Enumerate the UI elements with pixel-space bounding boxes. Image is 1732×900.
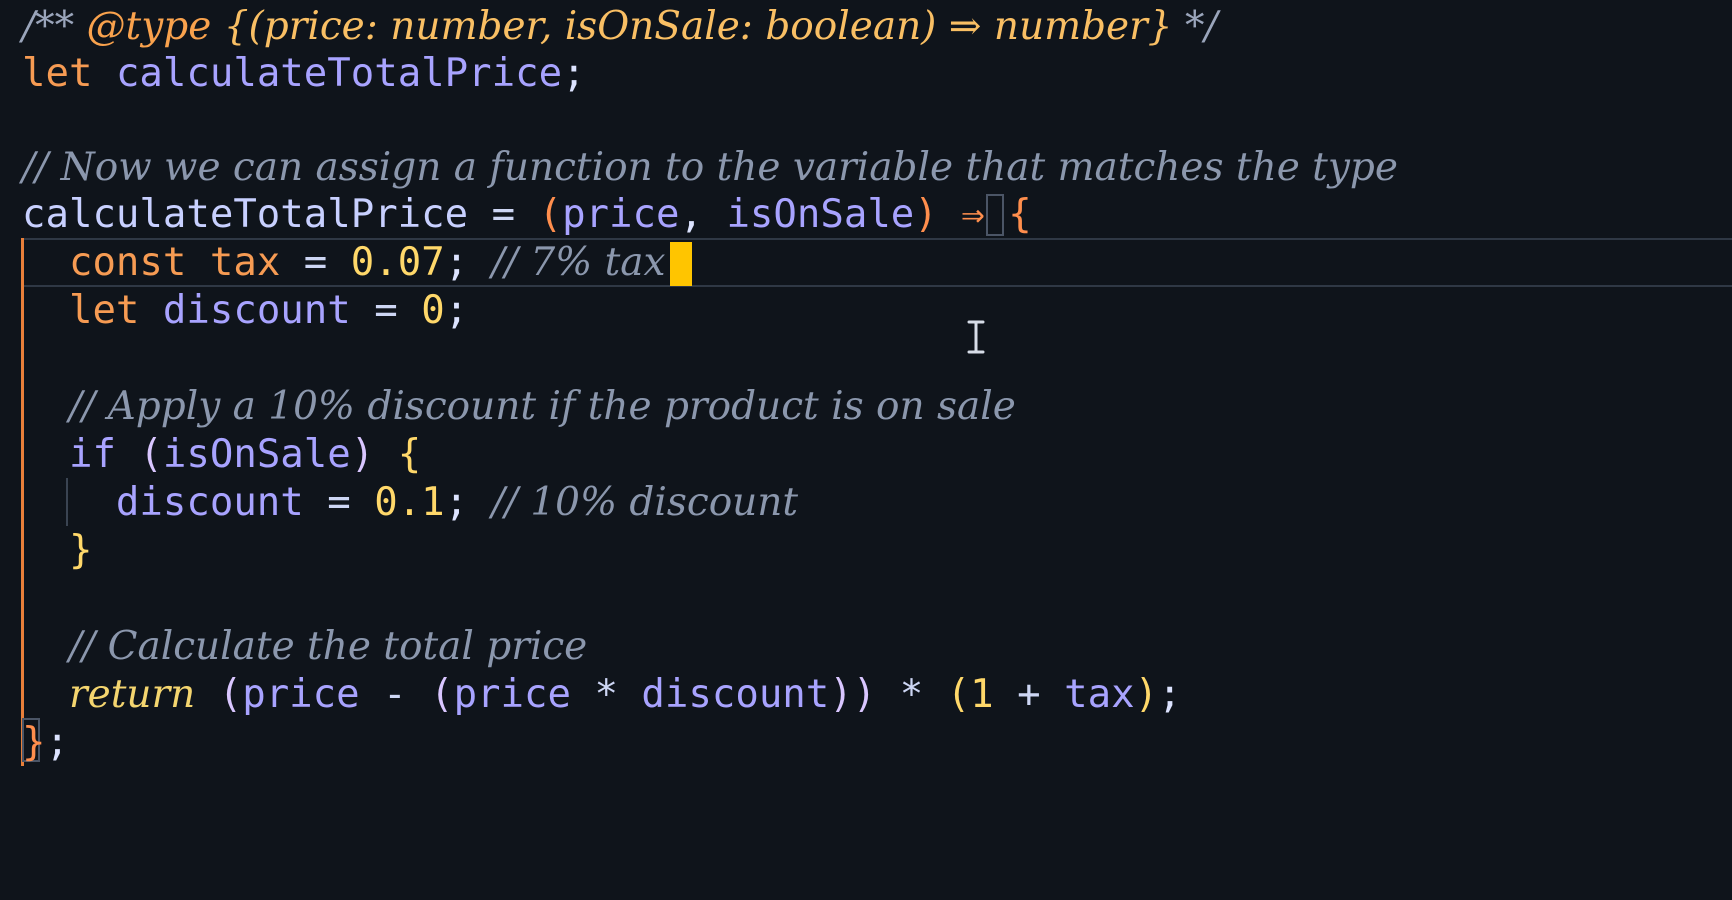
code-line[interactable]: // Calculate the total price	[22, 620, 587, 673]
code-token-fn: calculateTotalPrice	[22, 192, 469, 237]
code-token-var: tax	[1064, 672, 1135, 717]
code-token-op	[22, 672, 69, 717]
code-token-var: price	[453, 672, 571, 717]
code-token-kw: let	[22, 51, 93, 96]
code-token-num: 0.1	[374, 480, 445, 525]
code-token-ret: return	[68, 672, 196, 717]
code-line[interactable]: let discount = 0;	[22, 284, 468, 337]
code-token-arrow: {	[1008, 192, 1032, 237]
code-line[interactable]: discount = 0.1; // 10% discount	[22, 476, 798, 529]
code-token-var: isOnSale	[726, 192, 915, 237]
code-token-paren2: }	[68, 528, 93, 573]
code-token-op	[139, 288, 162, 333]
code-line[interactable]: const tax = 0.07; // 7% tax	[22, 236, 666, 289]
code-token-tag: @type	[86, 4, 212, 49]
code-token-punc: ;	[444, 240, 492, 285]
ibeam-pointer-icon	[967, 320, 985, 354]
code-token-punc: ;	[444, 288, 469, 333]
code-line[interactable]: /** @type {(price: number, isOnSale: boo…	[22, 0, 1218, 53]
code-token-paren1: (	[430, 672, 454, 717]
code-token-kw: let	[68, 288, 140, 333]
code-line[interactable]: let calculateTotalPrice;	[22, 47, 586, 100]
code-line[interactable]: };	[22, 716, 69, 769]
code-token-var: isOnSale	[162, 432, 351, 477]
code-token-op	[195, 672, 218, 717]
code-token-punc: ;	[562, 51, 586, 96]
code-token-comment-doc: /**	[22, 4, 87, 49]
code-token-op	[22, 240, 69, 285]
code-token-op: =	[280, 240, 351, 285]
code-token-var: calculateTotalPrice	[115, 51, 563, 96]
code-token-op	[186, 240, 209, 285]
code-token-op	[92, 51, 115, 96]
code-token-type: {(price: number, isOnSale: boolean) ⇒ nu…	[223, 4, 1173, 49]
code-token-punc: ;	[1158, 672, 1182, 717]
code-token-op	[116, 432, 139, 477]
code-token-paren2: (	[946, 672, 971, 717]
code-token-comment: // Apply a 10% discount if the product i…	[68, 384, 1016, 429]
code-line[interactable]: if (isOnSale) {	[22, 428, 421, 481]
text-cursor	[670, 242, 692, 286]
code-token-op	[22, 528, 69, 573]
code-line[interactable]: return (price - (price * discount)) * (1…	[22, 668, 1182, 721]
code-token-op: -	[359, 672, 431, 717]
code-token-paren1: ))	[829, 672, 877, 717]
code-token-kw2: if	[68, 432, 116, 477]
code-token-op	[22, 288, 69, 333]
code-token-comment: // 7% tax	[491, 240, 666, 285]
code-token-op: +	[993, 672, 1065, 717]
code-token-kw: const	[68, 240, 187, 285]
code-token-paren1: (	[139, 432, 163, 477]
code-token-kw: tax	[209, 240, 281, 285]
code-token-var: discount	[641, 672, 830, 717]
code-token-arrow: }	[22, 720, 46, 765]
code-token-paren2: )	[1134, 672, 1159, 717]
code-token-arrow: (	[538, 192, 563, 237]
code-token-paren1: )	[350, 432, 375, 477]
code-token-op: *	[876, 672, 947, 717]
code-token-var: discount	[115, 480, 304, 525]
code-token-op: =	[303, 480, 375, 525]
code-token-op	[374, 432, 397, 477]
code-token-paren1: (	[218, 672, 243, 717]
code-token-comment: // 10% discount	[491, 480, 799, 525]
code-token-op	[22, 624, 69, 669]
code-line[interactable]: calculateTotalPrice = (price, isOnSale) …	[22, 188, 1032, 241]
code-line[interactable]: }	[22, 524, 92, 577]
code-token-op	[22, 480, 116, 525]
code-token-punc: ,	[679, 192, 727, 237]
code-token-num: 0	[421, 288, 445, 333]
code-token-op	[22, 384, 69, 429]
code-token-comment: // Calculate the total price	[68, 624, 588, 669]
code-line[interactable]: // Now we can assign a function to the v…	[22, 141, 1398, 194]
code-token-num: 1	[970, 672, 994, 717]
code-token-op: =	[468, 192, 539, 237]
code-token-op: =	[350, 288, 422, 333]
code-token-var: discount	[162, 288, 351, 333]
code-token-var: price	[562, 192, 680, 237]
code-token-var: price	[242, 672, 360, 717]
code-token-paren2: {	[397, 432, 422, 477]
code-token-comment-doc: */	[1172, 4, 1218, 49]
code-token-op	[22, 432, 69, 477]
code-token-op: *	[570, 672, 642, 717]
code-token-arrow: )	[914, 192, 938, 237]
code-token-punc: ;	[45, 720, 69, 765]
code-token-comment-doc	[211, 4, 223, 49]
code-token-arrow: ⇒	[937, 192, 1009, 237]
code-token-punc: ;	[444, 480, 492, 525]
code-token-num: 0.07	[350, 240, 445, 285]
code-token-comment: // Now we can assign a function to the v…	[22, 145, 1398, 190]
code-line[interactable]: // Apply a 10% discount if the product i…	[22, 380, 1016, 433]
code-editor[interactable]: /** @type {(price: number, isOnSale: boo…	[0, 0, 1732, 900]
